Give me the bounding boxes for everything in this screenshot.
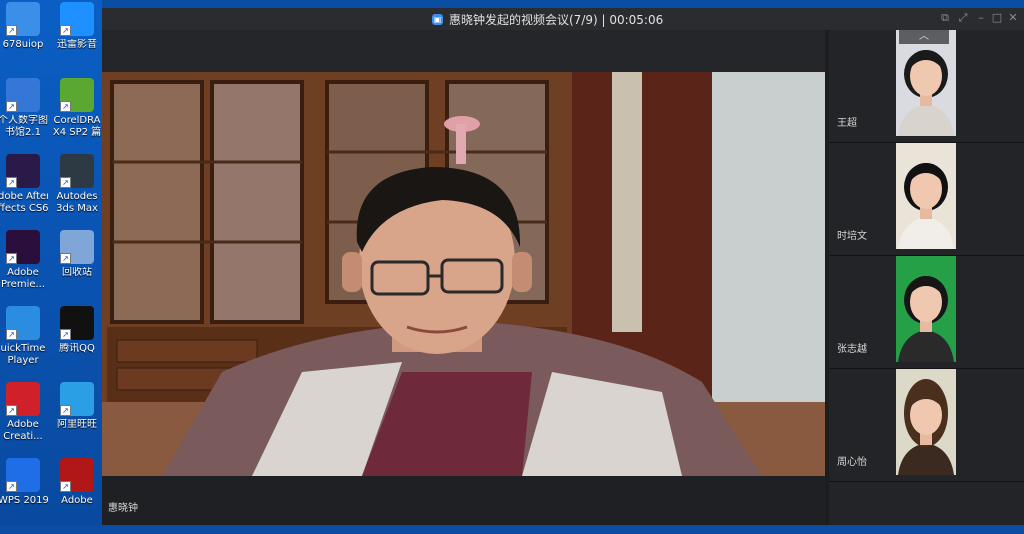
desktop-shortcut[interactable]: ↗ 678uiop <box>0 2 48 78</box>
desktop-shortcut-label: 腾讯QQ <box>59 343 95 354</box>
participant-tile[interactable]: 时培文 <box>829 143 1024 256</box>
shortcut-arrow-icon: ↗ <box>6 405 17 416</box>
desktop: ↗ 678uiop ↗ 迅雷影音 ↗ 个人数字图 书馆2.1 ↗ CorelDRA X4 SP… <box>0 0 102 525</box>
close-icon[interactable]: ✕ <box>1006 11 1020 25</box>
participant-tile[interactable]: 王超 <box>829 30 1024 143</box>
shortcut-arrow-icon: ↗ <box>6 101 17 112</box>
desktop-shortcut-label: Adobe <box>61 495 93 506</box>
desktop-shortcut[interactable]: ↗ 迅雷影音 <box>52 2 102 78</box>
desktop-shortcut[interactable]: ↗ uickTime Player <box>0 306 48 382</box>
coreldraw-icon: ↗ <box>60 78 94 112</box>
participant-video <box>896 256 956 362</box>
shortcut-arrow-icon: ↗ <box>6 25 17 36</box>
wps-icon: ↗ <box>6 458 40 492</box>
premiere-icon: ↗ <box>6 230 40 264</box>
acrobat-icon: ↗ <box>60 458 94 492</box>
scroll-up-button[interactable]: ︿ <box>899 30 949 44</box>
desktop-shortcut-label: dobe After ffects CS6 <box>0 191 48 214</box>
desktop-shortcut[interactable]: ↗ 回收站 <box>52 230 102 306</box>
shortcut-arrow-icon: ↗ <box>60 253 71 264</box>
video-bottom-bar: 惠晓钟 <box>102 476 825 525</box>
desktop-shortcut-label: 678uiop <box>2 39 44 50</box>
desktop-shortcut-label: Adobe Premie... <box>0 267 46 290</box>
minimize-icon[interactable]: – <box>974 11 988 25</box>
shortcut-arrow-icon: ↗ <box>60 177 71 188</box>
shortcut-arrow-icon: ↗ <box>6 253 17 264</box>
participant-tile[interactable]: 张志越 <box>829 256 1024 369</box>
speaker-name: 惠晓钟 <box>108 503 138 514</box>
desktop-shortcut[interactable]: ↗ Adobe Creati... <box>0 382 48 458</box>
xunlei-icon: ↗ <box>60 2 94 36</box>
aliwangwang-icon: ↗ <box>60 382 94 416</box>
after-effects-icon: ↗ <box>6 154 40 188</box>
main-video[interactable]: › <box>102 72 825 476</box>
quicktime-icon: ↗ <box>6 306 40 340</box>
shortcut-arrow-icon: ↗ <box>60 405 71 416</box>
library-icon: ↗ <box>6 78 40 112</box>
desktop-shortcut-label: Autodes 3ds Max <box>56 191 98 214</box>
desktop-shortcut-label: Adobe Creati... <box>3 419 43 442</box>
participant-face <box>898 50 954 136</box>
desktop-shortcut[interactable]: ↗ WPS 2019 <box>0 458 48 534</box>
participant-face <box>898 276 954 362</box>
participant-name: 王超 <box>837 118 857 129</box>
participant-face <box>898 379 954 475</box>
participant-name: 张志越 <box>837 344 867 355</box>
pin-icon[interactable]: ⧉ <box>938 11 952 25</box>
participant-video <box>896 143 956 249</box>
desktop-shortcut[interactable]: ↗ CorelDRA X4 SP2 篇 <box>52 78 102 154</box>
qq-icon: ↗ <box>60 306 94 340</box>
shortcut-arrow-icon: ↗ <box>60 329 71 340</box>
recycle-bin-icon: ↗ <box>60 230 94 264</box>
3dsmax-icon: ↗ <box>60 154 94 188</box>
window-title: 惠晓钟发起的视频会议(7/9) | 00:05:06 <box>449 12 664 27</box>
desktop-shortcut-label: 回收站 <box>62 267 92 278</box>
desktop-shortcut-label: 阿里旺旺 <box>57 419 97 430</box>
video-conference-window: ▣ 惠晓钟发起的视频会议(7/9) | 00:05:06 ⧉ ⤢ – □ ✕ ›… <box>102 8 1024 525</box>
desktop-shortcut[interactable]: ↗ 个人数字图 书馆2.1 <box>0 78 48 154</box>
participant-name: 时培文 <box>837 231 867 242</box>
speaker-video-frame <box>102 72 825 476</box>
desktop-shortcut[interactable]: ↗ Adobe Premie... <box>0 230 48 306</box>
desktop-shortcut[interactable]: ↗ 阿里旺旺 <box>52 382 102 458</box>
participant-panel: 王超时培文张志越周心怡 ︿ <box>829 30 1024 525</box>
shortcut-arrow-icon: ↗ <box>60 25 71 36</box>
participant-video <box>896 30 956 136</box>
lock-icon: ▣ <box>432 13 443 25</box>
desktop-shortcut-label: 迅雷影音 <box>57 39 97 50</box>
participant-face <box>898 163 954 249</box>
participant-video <box>896 369 956 475</box>
shortcut-arrow-icon: ↗ <box>60 481 71 492</box>
desktop-shortcut[interactable]: ↗ 腾讯QQ <box>52 306 102 382</box>
desktop-shortcut-label: WPS 2019 <box>0 495 48 506</box>
desktop-shortcut-label: CorelDRA X4 SP2 篇 <box>52 115 102 138</box>
desktop-shortcut[interactable]: ↗ Adobe <box>52 458 102 534</box>
computer-icon: ↗ <box>6 2 40 36</box>
participant-tile[interactable]: 周心怡 <box>829 369 1024 482</box>
maximize-icon[interactable]: □ <box>990 11 1004 25</box>
shortcut-arrow-icon: ↗ <box>6 481 17 492</box>
desktop-shortcut-label: uickTime Player <box>0 343 46 366</box>
creative-cloud-icon: ↗ <box>6 382 40 416</box>
shortcut-arrow-icon: ↗ <box>6 177 17 188</box>
fullscreen-icon[interactable]: ⤢ <box>956 11 970 25</box>
participant-name: 周心怡 <box>837 457 867 468</box>
desktop-shortcut[interactable]: ↗ Autodes 3ds Max <box>52 154 102 230</box>
title-bar: ▣ 惠晓钟发起的视频会议(7/9) | 00:05:06 ⧉ ⤢ – □ ✕ <box>102 8 1024 30</box>
video-top-bar <box>102 30 825 72</box>
desktop-shortcut[interactable]: ↗ dobe After ffects CS6 <box>0 154 48 230</box>
desktop-shortcut-label: 个人数字图 书馆2.1 <box>0 115 48 138</box>
next-video-icon[interactable]: › <box>810 328 816 344</box>
shortcut-arrow-icon: ↗ <box>60 101 71 112</box>
shortcut-arrow-icon: ↗ <box>6 329 17 340</box>
